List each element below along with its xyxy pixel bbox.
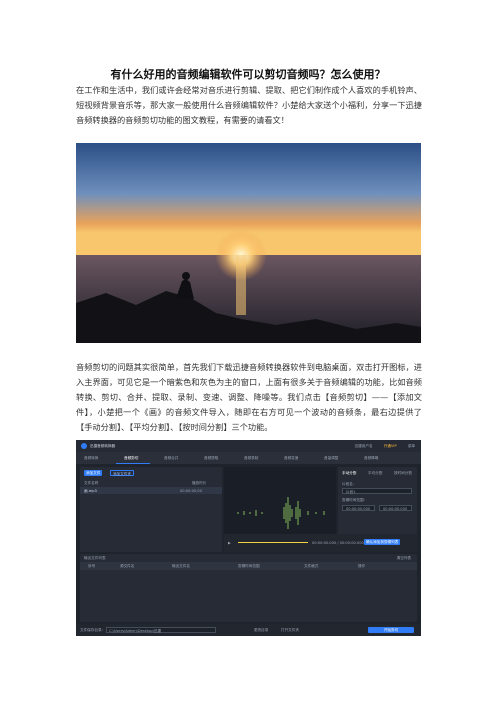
time-range-label: 剪辑时间范围： [342,498,368,502]
playback-controls: ▶ 00:00:00.000 / 00:00:00.000 确认添加到剪辑列表 [224,534,417,552]
start-time-field[interactable]: 00:00:00.000 [342,505,375,511]
function-tabs: 音频转换 音频剪切 音频合并 音频提取 音频录制 音频变速 音量调整 音频降噪 [76,452,421,464]
app-screenshot: 迅捷音频转换器 迅捷用户名 开通VIP 菜单 音频转换 音频剪切 音频合并 音频… [76,440,421,636]
tab-volume[interactable]: 音量调整 [324,456,338,461]
output-dir-value: C:\Users\Admin\Desktop\迅捷 [109,629,162,633]
intro-paragraph: 在工作和生活中，我们或许会经常对音乐进行剪辑、提取、把它们制作成个人喜欢的手机铃… [76,85,422,125]
end-time-field[interactable]: 00:00:00.000 [379,505,412,511]
segment-label: 片段名： [342,482,357,486]
timeline-bar[interactable] [238,542,308,543]
split-panel: 手动分割 平均分割 按时间分割 片段名： 片段1 剪辑时间范围： 00:00:0… [338,467,417,534]
sunset-photo [76,143,421,343]
start-cut-button[interactable]: 开始剪切 [368,627,414,633]
add-to-list-button[interactable]: 确认添加到剪辑列表 [364,539,401,545]
footer-bar: 文件保存目录： C:\Users\Admin\Desktop\迅捷 更改目录 打… [76,624,421,636]
col-output: 输出文件名 [172,564,190,568]
segment-name-field[interactable]: 片段1 [342,488,412,494]
change-dir-button[interactable]: 更改目录 [254,628,268,633]
add-file-button[interactable]: 添加文件 [84,470,103,476]
end-time-value: 00:00:00.000 [383,507,408,511]
col-source: 源文件名 [120,564,135,568]
user-label[interactable]: 迅捷用户名 [355,444,373,448]
file-name-header: 文件名称 [84,481,99,485]
output-dir-field[interactable]: C:\Users\Admin\Desktop\迅捷 [106,627,216,633]
col-range: 剪辑时间范围 [238,564,260,568]
app-logo-icon [81,443,87,449]
file-row-time: 00:00:00.00 [180,489,202,493]
tab-convert[interactable]: 音频转换 [84,456,98,461]
file-row[interactable]: 画.mp3 00:00:00.00 [80,487,222,494]
sunset-illustration [76,143,421,343]
playback-time: 00:00:00.000 / 00:00:00.000 [312,541,364,545]
app-title: 迅捷音频转换器 [90,444,116,448]
clear-list-button[interactable]: 清空列表 [397,556,411,561]
output-list-title: 输出文件列表 [84,556,106,560]
output-list-panel: 输出文件列表 清空列表 序号 源文件名 输出文件名 剪辑时间范围 文件格式 操作 [80,554,417,622]
tab-cut[interactable]: 音频剪切 [124,456,138,461]
tab-manual-split[interactable]: 手动分割 [342,471,356,476]
tab-extract[interactable]: 音频提取 [204,456,218,461]
output-list-header: 序号 源文件名 输出文件名 剪辑时间范围 文件格式 操作 [80,562,417,570]
file-panel: 添加文件 添加文件夹 文件名称 播放时长 画.mp3 00:00:00.00 [80,467,222,552]
open-folder-button[interactable]: 打开文件夹 [281,628,299,633]
tab-denoise[interactable]: 音频降噪 [364,456,378,461]
menu-button[interactable]: 菜单 [408,444,415,448]
tutorial-paragraph: 音频剪切的问题其实很简单，首先我们下载迅捷音频转换器软件到电脑桌面，双击打开图标… [76,362,422,432]
tab-merge[interactable]: 音频合并 [164,456,178,461]
col-format: 文件格式 [304,564,319,568]
start-time-value: 00:00:00.000 [346,507,371,511]
col-index: 序号 [88,564,96,568]
active-tab-indicator [116,463,150,464]
vip-button[interactable]: 开通VIP [384,444,397,448]
article-title: 有什么好用的音频编辑软件可以剪切音频吗？怎么使用？ [110,68,386,81]
tab-time-split[interactable]: 按时间分割 [394,471,412,476]
play-icon[interactable]: ▶ [228,541,231,545]
tab-record[interactable]: 音频录制 [244,456,258,461]
tab-speed[interactable]: 音频变速 [284,456,298,461]
waveform-graphic [237,497,325,529]
col-action: 操作 [358,564,366,568]
waveform-panel[interactable] [224,467,336,534]
duration-header: 播放时长 [192,481,207,485]
output-dir-label: 文件保存目录： [80,628,106,632]
tab-average-split[interactable]: 平均分割 [368,471,382,476]
add-folder-button[interactable]: 添加文件夹 [110,470,134,476]
file-row-name: 画.mp3 [84,489,97,493]
app-title-bar: 迅捷音频转换器 迅捷用户名 开通VIP 菜单 [76,440,421,452]
segment-name-placeholder: 片段1 [346,490,356,494]
